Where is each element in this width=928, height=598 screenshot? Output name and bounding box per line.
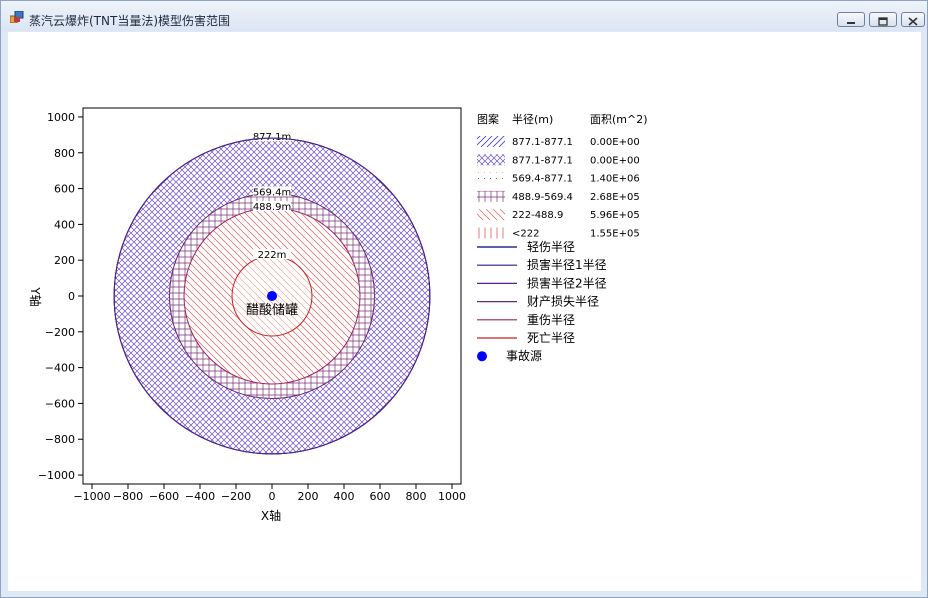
- close-button[interactable]: [901, 12, 925, 27]
- x-tick-label: −200: [221, 490, 251, 503]
- legend-area: 1.40E+06: [590, 174, 640, 185]
- source-marker: [267, 291, 277, 301]
- y-tick-label: 0: [68, 290, 75, 303]
- legend-line-label: 重伤半径: [527, 313, 575, 327]
- source-label: 醋酸储罐: [246, 302, 298, 318]
- maximize-icon: [878, 17, 888, 26]
- minimize-button[interactable]: [837, 12, 865, 27]
- x-tick-label: −600: [149, 490, 179, 503]
- legend-area: 1.55E+05: [590, 229, 640, 240]
- x-tick-label: −800: [113, 490, 143, 503]
- y-tick-label: −600: [45, 397, 75, 410]
- legend-line-label: 损害半径1半径: [527, 257, 607, 272]
- y-tick-label: −200: [45, 326, 75, 339]
- close-icon: [908, 17, 918, 26]
- plot-area: 877.1m569.4m488.9m222m醋酸储罐: [113, 131, 431, 455]
- app-window: 蒸汽云爆炸(TNT当量法)模型伤害范围 877.1m 569.4m 488.9m…: [0, 0, 928, 598]
- legend-swatch: [477, 154, 505, 166]
- legend-range: <222: [512, 229, 539, 240]
- legend-area: 2.68E+05: [590, 192, 640, 203]
- legend-header: 图案: [477, 112, 499, 126]
- client-area: 877.1m 569.4m 488.9m 222m 醋酸储罐 −1000 −800 −600…: [8, 32, 921, 591]
- x-tick-label: −400: [185, 490, 215, 503]
- legend-area: 5.96E+05: [590, 210, 640, 221]
- x-tick-label: 200: [298, 490, 319, 503]
- radius-label: 222m: [258, 250, 287, 261]
- legend-range: 877.1-877.1: [512, 137, 573, 148]
- window-title: 蒸汽云爆炸(TNT当量法)模型伤害范围: [29, 14, 231, 28]
- x-tick-label: −1000: [73, 490, 110, 503]
- legend-range: 488.9-569.4: [512, 192, 573, 203]
- minimize-icon: [847, 22, 855, 24]
- legend-header: 半径(m): [512, 112, 553, 126]
- legend-swatch: [477, 227, 505, 239]
- y-tick-label: −800: [45, 433, 75, 446]
- y-tick-label: 1000: [47, 111, 75, 124]
- y-tick-label: 200: [54, 254, 75, 267]
- y-tick-label: 600: [54, 183, 75, 196]
- legend-range: 877.1-877.1: [512, 155, 573, 166]
- y-tick-label: 400: [54, 218, 75, 231]
- x-tick-label: 800: [406, 490, 427, 503]
- y-axis-label: Y轴: [28, 286, 43, 306]
- x-tick-label: 600: [370, 490, 391, 503]
- y-tick-label: −1000: [38, 469, 75, 482]
- maximize-button[interactable]: [869, 12, 897, 27]
- x-axis-label: X轴: [261, 508, 281, 523]
- x-tick-label: 0: [269, 490, 276, 503]
- legend-area: 0.00E+00: [590, 155, 640, 166]
- legend-swatch: [477, 209, 505, 221]
- app-icon: [10, 11, 24, 23]
- y-tick-label: 800: [54, 147, 75, 160]
- radius-label: 488.9m: [253, 202, 291, 213]
- legend-area: 0.00E+00: [590, 137, 640, 148]
- title-bar[interactable]: 蒸汽云爆炸(TNT当量法)模型伤害范围: [1, 1, 927, 31]
- legend-swatch: [477, 136, 505, 147]
- legend-line-label: 轻伤半径: [527, 240, 575, 254]
- damage-range-chart: 877.1m569.4m488.9m222m醋酸储罐 −1000 −800 −600…: [28, 107, 648, 523]
- legend-source-label: 事故源: [506, 348, 542, 363]
- legend-line-label: 死亡半径: [527, 331, 575, 345]
- legend-range: 222-488.9: [512, 210, 563, 221]
- legend-header: 面积(m^2): [590, 113, 648, 126]
- radius-label: 569.4m: [253, 188, 291, 199]
- x-tick-label: 400: [334, 490, 355, 503]
- legend-swatch: [477, 190, 505, 202]
- legend-swatch: [477, 172, 505, 184]
- legend-range: 569.4-877.1: [512, 174, 573, 185]
- x-tick-label: 1000: [438, 490, 466, 503]
- legend-line-label: 财产损失半径: [527, 294, 599, 309]
- y-tick-label: −400: [45, 362, 75, 375]
- legend: 图案 半径(m) 面积(m^2) 877.1-877.1 0.00E+00 877.1-8…: [477, 112, 648, 363]
- legend-source-marker: [477, 351, 487, 362]
- legend-line-label: 损害半径2半径: [527, 275, 607, 290]
